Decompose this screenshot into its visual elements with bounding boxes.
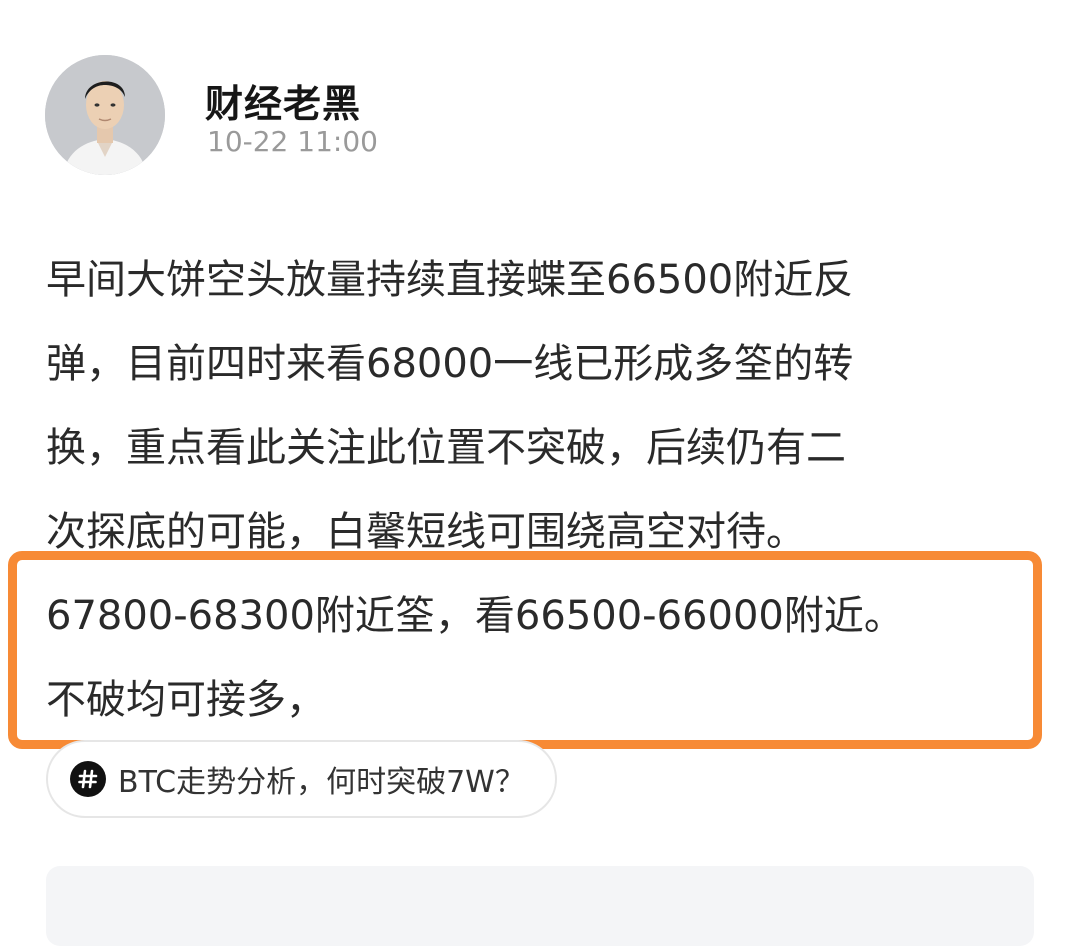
post-content: 早间大饼空头放量持续直接蝶至66500附近反 弹，目前四时来看68000一线已形… (46, 238, 1026, 742)
author-name[interactable]: 财经老黑 (205, 73, 361, 128)
post-text-line-highlighted: 不破均可接多， (46, 677, 326, 723)
post-text-line-highlighted: 67800-68300附近筌，看66500-66000附近。 (46, 593, 904, 639)
post-text-line: 次探底的可能，白馨短线可围绕高空对待。 (46, 509, 806, 555)
hash-icon (70, 761, 106, 797)
post-timestamp: 10-22 11:00 (207, 125, 378, 158)
bottom-card (46, 866, 1034, 946)
post-text-line: 弹，目前四时来看68000一线已形成多筌的转 (46, 341, 854, 387)
author-avatar[interactable] (45, 55, 165, 175)
topic-tag[interactable]: BTC走势分析，何时突破7W？ (46, 740, 557, 818)
post-header: 财经老黑 10-22 11:00 (45, 55, 745, 175)
avatar-photo-icon (45, 55, 165, 175)
topic-label: BTC走势分析，何时突破7W？ (118, 765, 525, 800)
post-text-line: 换，重点看此关注此位置不突破，后续仍有二 (46, 425, 846, 471)
post-text-line: 早间大饼空头放量持续直接蝶至66500附近反 (46, 257, 854, 303)
